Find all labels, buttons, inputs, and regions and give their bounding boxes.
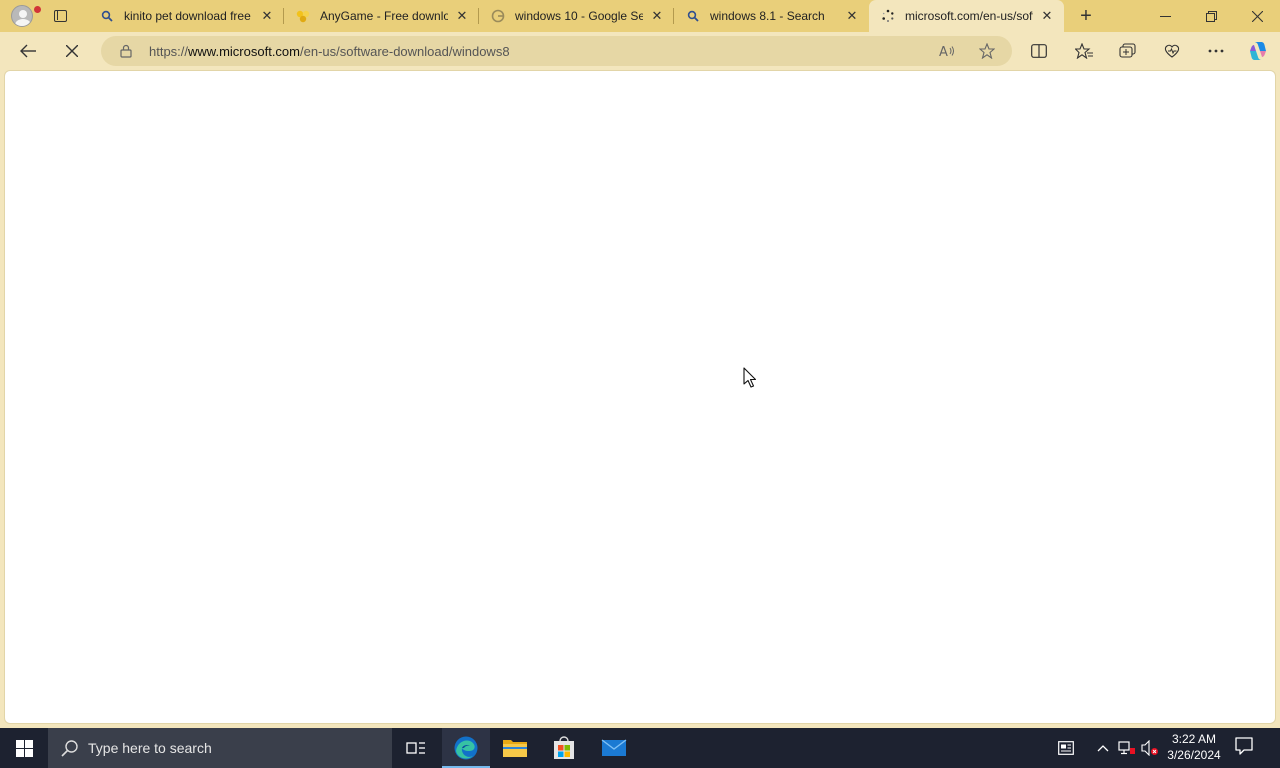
tab-microsoft[interactable]: microsoft.com/en-us/software-download/wi…	[869, 0, 1064, 32]
volume-button[interactable]	[1139, 728, 1161, 768]
store-icon	[554, 736, 574, 759]
tab-google[interactable]: windows 10 - Google Search ✕	[479, 0, 674, 32]
minimize-button[interactable]	[1142, 0, 1188, 32]
favorites-button[interactable]	[1069, 36, 1099, 66]
notifications-button[interactable]	[1234, 736, 1258, 760]
tab-title: windows 8.1 - Search	[710, 9, 825, 23]
window-controls	[1142, 0, 1280, 32]
toolbar: https://www.microsoft.com/en-us/software…	[0, 32, 1280, 70]
search-icon	[686, 9, 700, 23]
url-path: /en-us/software-download/windows8	[300, 44, 510, 59]
tab-strip: kinito pet download free ✕ AnyGame - Fre…	[0, 0, 1280, 32]
news-widget-icon	[1058, 741, 1074, 755]
google-icon	[491, 9, 505, 23]
tab-kinito[interactable]: kinito pet download free ✕	[88, 0, 284, 32]
favorite-star-icon[interactable]	[977, 41, 997, 61]
network-icon	[1118, 741, 1135, 755]
url-text[interactable]: https://www.microsoft.com/en-us/software…	[149, 44, 510, 59]
split-screen-button[interactable]	[1024, 36, 1054, 66]
task-view-button[interactable]	[392, 728, 440, 768]
tab-windows81[interactable]: windows 8.1 - Search ✕	[674, 0, 869, 32]
start-button[interactable]	[0, 728, 48, 768]
clock-date: 3/26/2024	[1167, 748, 1221, 762]
close-window-button[interactable]	[1234, 0, 1280, 32]
browser-window: kinito pet download free ✕ AnyGame - Fre…	[0, 0, 1280, 728]
clock-time: 3:22 AM	[1171, 732, 1217, 746]
close-icon[interactable]: ✕	[844, 8, 860, 24]
search-icon	[61, 740, 78, 757]
tab-title: microsoft.com/en-us/software-download/wi…	[905, 9, 1033, 23]
copilot-button[interactable]	[1243, 36, 1273, 66]
chevron-up-icon	[1097, 745, 1109, 752]
mail-icon	[601, 739, 627, 756]
close-icon[interactable]: ✕	[259, 8, 275, 24]
tab-anygame[interactable]: AnyGame - Free download ✕	[284, 0, 479, 32]
collections-button[interactable]	[1113, 36, 1143, 66]
file-explorer-icon	[503, 740, 527, 757]
network-button[interactable]	[1116, 728, 1138, 768]
game-icon	[296, 9, 310, 23]
taskbar-search-box[interactable]: Type here to search	[48, 728, 392, 768]
read-aloud-icon[interactable]: A	[937, 41, 957, 61]
profile-button[interactable]	[8, 3, 41, 29]
taskbar-clock[interactable]: 3:22 AM 3/26/2024	[1162, 731, 1226, 765]
new-tab-button[interactable]: +	[1075, 5, 1097, 27]
page-viewport[interactable]	[4, 70, 1276, 724]
search-icon	[100, 9, 114, 23]
url-scheme: https://	[149, 44, 189, 59]
close-icon[interactable]: ✕	[1039, 8, 1055, 24]
svg-text:A: A	[939, 45, 948, 58]
tray-news-button[interactable]	[1052, 728, 1080, 768]
show-hidden-icons-button[interactable]	[1092, 728, 1114, 768]
tab-title: kinito pet download free	[124, 9, 251, 23]
notification-icon	[1235, 737, 1253, 755]
browser-essentials-button[interactable]	[1157, 36, 1187, 66]
address-bar[interactable]: https://www.microsoft.com/en-us/software…	[101, 36, 1012, 66]
edge-app-button[interactable]	[442, 728, 490, 768]
tab-title: AnyGame - Free download	[320, 9, 448, 23]
close-icon[interactable]: ✕	[649, 8, 665, 24]
notification-badge	[34, 6, 41, 13]
windows-logo-icon	[15, 739, 33, 757]
task-view-icon	[406, 742, 425, 754]
stop-loading-button[interactable]	[57, 36, 87, 66]
settings-more-button[interactable]	[1201, 36, 1231, 66]
tab-actions-icon[interactable]	[48, 4, 72, 28]
avatar	[11, 5, 33, 27]
store-button[interactable]	[540, 728, 588, 768]
back-button[interactable]	[13, 36, 43, 66]
restore-button[interactable]	[1188, 0, 1234, 32]
close-icon[interactable]: ✕	[454, 8, 470, 24]
loading-icon	[881, 9, 895, 23]
volume-muted-icon	[1141, 740, 1158, 756]
search-placeholder: Type here to search	[88, 740, 212, 756]
lock-icon[interactable]	[119, 44, 133, 58]
taskbar: Type here to search 3:22 AM 3/26/2024	[0, 728, 1280, 768]
tab-title: windows 10 - Google Search	[515, 9, 643, 23]
mail-button[interactable]	[590, 728, 638, 768]
url-host: www.microsoft.com	[188, 44, 300, 59]
edge-icon	[454, 736, 478, 760]
file-explorer-button[interactable]	[491, 728, 539, 768]
mouse-cursor-icon	[743, 367, 757, 388]
